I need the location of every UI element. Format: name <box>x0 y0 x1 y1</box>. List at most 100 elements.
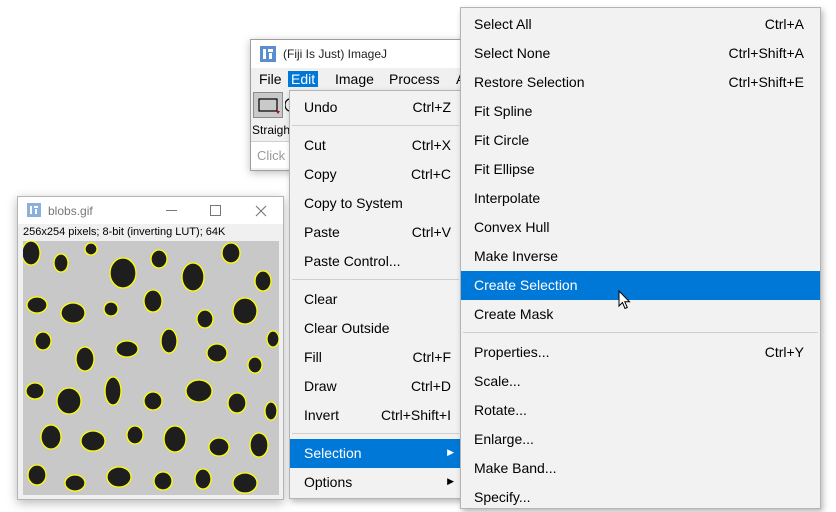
menu-item-specify[interactable]: Specify... <box>461 483 820 512</box>
menu-image[interactable]: Image <box>332 71 377 87</box>
menu-item-draw[interactable]: Draw Ctrl+D <box>290 372 461 401</box>
menu-item-fit-circle[interactable]: Fit Circle <box>461 126 820 155</box>
menu-item-copy[interactable]: Copy Ctrl+C <box>290 160 461 189</box>
menu-item-paste-control[interactable]: Paste Control... <box>290 247 461 276</box>
blob-shape <box>163 425 187 453</box>
menu-process[interactable]: Process <box>386 71 443 87</box>
menu-item-label: Copy <box>304 166 337 182</box>
rectangle-tool-icon <box>258 98 280 114</box>
blobs-image-window: blobs.gif 256x254 pixels; 8-bit (inverti… <box>17 196 284 500</box>
menu-item-invert[interactable]: Invert Ctrl+Shift+I <box>290 401 461 430</box>
mouse-cursor-icon <box>618 290 631 310</box>
menu-item-label: Make Band... <box>474 460 557 476</box>
menu-item-make-inverse[interactable]: Make Inverse <box>461 242 820 271</box>
rectangle-tool-button[interactable] <box>253 92 283 118</box>
blob-shape <box>266 330 279 348</box>
menu-item-label: Undo <box>304 99 338 115</box>
blob-shape <box>126 425 144 445</box>
menu-item-label: Select None <box>474 45 551 61</box>
menu-item-paste[interactable]: Paste Ctrl+V <box>290 218 461 247</box>
menu-item-label: Create Mask <box>474 306 554 322</box>
blob-shape <box>232 472 258 494</box>
blob-shape <box>53 253 69 273</box>
maximize-icon <box>210 205 221 216</box>
menu-item-shortcut: Ctrl+A <box>764 16 804 32</box>
imagej-titlebar[interactable]: (Fiji Is Just) ImageJ <box>251 40 491 68</box>
menu-separator <box>292 433 459 434</box>
menu-item-label: Cut <box>304 137 326 153</box>
menu-item-rotate[interactable]: Rotate... <box>461 396 820 425</box>
menu-separator <box>292 125 459 126</box>
blob-shape <box>104 376 122 406</box>
menu-item-clear-outside[interactable]: Clear Outside <box>290 314 461 343</box>
blob-shape <box>27 464 47 486</box>
menu-item-options[interactable]: Options ▶ <box>290 468 461 497</box>
blob-shape <box>264 401 278 421</box>
menu-item-properties[interactable]: Properties... Ctrl+Y <box>461 338 820 367</box>
blob-shape <box>60 302 86 324</box>
menu-edit[interactable]: Edit <box>288 71 319 87</box>
blobs-titlebar[interactable]: blobs.gif <box>18 197 283 224</box>
menu-item-make-band[interactable]: Make Band... <box>461 454 820 483</box>
menu-item-shortcut: Ctrl+Shift+I <box>380 407 451 423</box>
blob-shape <box>84 242 98 256</box>
blob-shape <box>196 309 214 329</box>
blob-shape <box>185 379 213 403</box>
blob-shape <box>25 382 45 400</box>
menu-item-fit-spline[interactable]: Fit Spline <box>461 97 820 126</box>
menu-item-interpolate[interactable]: Interpolate <box>461 184 820 213</box>
menu-item-select-all[interactable]: Select All Ctrl+A <box>461 10 820 39</box>
menu-item-create-selection[interactable]: Create Selection <box>461 271 820 300</box>
menu-item-label: Interpolate <box>474 190 541 206</box>
submenu-arrow-icon: ▶ <box>447 447 454 457</box>
blob-shape <box>249 432 269 458</box>
blob-shape <box>106 466 132 488</box>
menu-item-clear[interactable]: Clear <box>290 285 461 314</box>
blob-shape <box>40 424 62 450</box>
menu-item-label: Invert <box>304 407 340 423</box>
menu-item-label: Paste <box>304 224 340 240</box>
menu-item-undo[interactable]: Undo Ctrl+Z <box>290 93 461 122</box>
menu-item-label: Copy to System <box>304 195 403 211</box>
blob-shape <box>247 356 263 374</box>
blob-shape <box>34 331 52 351</box>
menu-item-selection[interactable]: Selection ▶ <box>290 439 461 468</box>
blob-shape <box>103 301 119 317</box>
menu-item-shortcut: Ctrl+C <box>410 166 451 182</box>
menu-item-label: Specify... <box>474 489 531 505</box>
menu-item-shortcut: Ctrl+D <box>410 378 451 394</box>
menu-item-scale[interactable]: Scale... <box>461 367 820 396</box>
minimize-button[interactable] <box>150 197 194 224</box>
blob-shape <box>115 340 139 358</box>
menu-item-restore-selection[interactable]: Restore Selection Ctrl+Shift+E <box>461 68 820 97</box>
blob-shape <box>160 328 178 354</box>
image-info-text: 256x254 pixels; 8-bit (inverting LUT); 6… <box>23 226 226 238</box>
blobs-image-canvas[interactable] <box>23 241 279 495</box>
menu-item-fit-ellipse[interactable]: Fit Ellipse <box>461 155 820 184</box>
menu-item-label: Fit Circle <box>474 132 530 148</box>
menu-item-label: Fit Ellipse <box>474 161 535 177</box>
menu-item-label: Clear <box>304 291 338 307</box>
blob-shape <box>227 392 247 414</box>
tool-status-text: Straigh <box>252 123 291 137</box>
blob-shape <box>208 437 230 457</box>
menu-item-select-none[interactable]: Select None Ctrl+Shift+A <box>461 39 820 68</box>
menu-item-convex-hull[interactable]: Convex Hull <box>461 213 820 242</box>
menu-item-label: Clear Outside <box>304 320 390 336</box>
close-button[interactable] <box>239 197 283 224</box>
menu-item-fill[interactable]: Fill Ctrl+F <box>290 343 461 372</box>
menu-item-copy-to-system[interactable]: Copy to System <box>290 189 461 218</box>
maximize-button[interactable] <box>194 197 238 224</box>
menu-item-shortcut: Ctrl+Z <box>412 99 452 115</box>
status-hint-text: Click <box>257 148 286 163</box>
menu-separator <box>292 279 459 280</box>
menu-item-shortcut: Ctrl+V <box>411 224 451 240</box>
menu-item-label: Paste Control... <box>304 253 401 269</box>
blob-shape <box>143 289 163 313</box>
menu-item-create-mask[interactable]: Create Mask <box>461 300 820 329</box>
blob-shape <box>64 474 86 492</box>
menu-file[interactable]: File <box>256 71 285 87</box>
menu-item-cut[interactable]: Cut Ctrl+X <box>290 131 461 160</box>
blob-shape <box>26 296 48 314</box>
menu-item-enlarge[interactable]: Enlarge... <box>461 425 820 454</box>
